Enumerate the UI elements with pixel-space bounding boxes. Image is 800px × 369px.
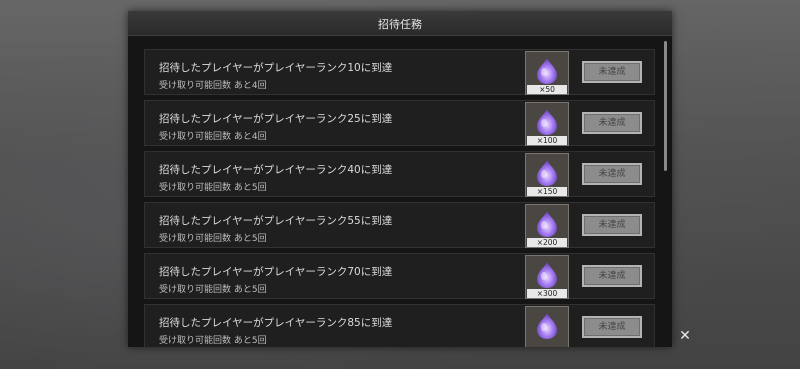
mission-row: 招待したプレイヤーがプレイヤーランク25に到達 受け取り可能回数 あと4回 ×1… xyxy=(144,100,655,146)
status-button[interactable]: 未達成 xyxy=(582,112,642,134)
reward-count: ×200 xyxy=(527,238,567,247)
mission-row: 招待したプレイヤーがプレイヤーランク85に到達 受け取り可能回数 あと5回 未達… xyxy=(144,304,655,347)
status-button[interactable]: 未達成 xyxy=(582,265,642,287)
status-button[interactable]: 未達成 xyxy=(582,214,642,236)
reward-count: ×100 xyxy=(527,136,567,145)
mission-list[interactable]: 招待したプレイヤーがプレイヤーランク10に到達 受け取り可能回数 あと4回 ×5… xyxy=(144,49,655,347)
reward-slot[interactable]: ×100 xyxy=(525,102,569,146)
mission-title: 招待したプレイヤーがプレイヤーランク85に到達 xyxy=(159,317,393,329)
mission-row: 招待したプレイヤーがプレイヤーランク10に到達 受け取り可能回数 あと4回 ×5… xyxy=(144,49,655,95)
mission-claims-remaining: 受け取り可能回数 あと5回 xyxy=(159,183,267,193)
mission-title: 招待したプレイヤーがプレイヤーランク70に到達 xyxy=(159,266,393,278)
reward-slot[interactable]: ×50 xyxy=(525,51,569,95)
mission-claims-remaining: 受け取り可能回数 あと5回 xyxy=(159,285,267,295)
purple-gem-icon xyxy=(537,313,557,339)
reward-slot[interactable]: ×150 xyxy=(525,153,569,197)
invite-missions-dialog: 招待任務 招待したプレイヤーがプレイヤーランク10に到達 受け取り可能回数 あと… xyxy=(128,11,672,347)
status-button[interactable]: 未達成 xyxy=(582,316,642,338)
status-button[interactable]: 未達成 xyxy=(582,61,642,83)
mission-title: 招待したプレイヤーがプレイヤーランク10に到達 xyxy=(159,62,393,74)
mission-title: 招待したプレイヤーがプレイヤーランク55に到達 xyxy=(159,215,393,227)
dialog-title: 招待任務 xyxy=(378,18,422,31)
purple-gem-icon xyxy=(537,160,557,186)
purple-gem-icon xyxy=(537,211,557,237)
reward-count: ×300 xyxy=(527,289,567,298)
reward-slot[interactable]: ×200 xyxy=(525,204,569,248)
reward-slot[interactable]: ×300 xyxy=(525,255,569,299)
mission-claims-remaining: 受け取り可能回数 あと5回 xyxy=(159,336,267,346)
mission-title: 招待したプレイヤーがプレイヤーランク25に到達 xyxy=(159,113,393,125)
close-icon[interactable]: ✕ xyxy=(679,329,691,343)
dialog-header: 招待任務 xyxy=(128,11,672,36)
purple-gem-icon xyxy=(537,58,557,84)
list-scrollbar[interactable] xyxy=(664,41,667,171)
status-button[interactable]: 未達成 xyxy=(582,163,642,185)
reward-slot[interactable] xyxy=(525,306,569,347)
mission-row: 招待したプレイヤーがプレイヤーランク55に到達 受け取り可能回数 あと5回 ×2… xyxy=(144,202,655,248)
mission-claims-remaining: 受け取り可能回数 あと5回 xyxy=(159,234,267,244)
mission-title: 招待したプレイヤーがプレイヤーランク40に到達 xyxy=(159,164,393,176)
mission-claims-remaining: 受け取り可能回数 あと4回 xyxy=(159,81,267,91)
mission-claims-remaining: 受け取り可能回数 あと4回 xyxy=(159,132,267,142)
reward-count: ×150 xyxy=(527,187,567,196)
mission-row: 招待したプレイヤーがプレイヤーランク40に到達 受け取り可能回数 あと5回 ×1… xyxy=(144,151,655,197)
purple-gem-icon xyxy=(537,109,557,135)
reward-count: ×50 xyxy=(527,85,567,94)
purple-gem-icon xyxy=(537,262,557,288)
mission-row: 招待したプレイヤーがプレイヤーランク70に到達 受け取り可能回数 あと5回 ×3… xyxy=(144,253,655,299)
